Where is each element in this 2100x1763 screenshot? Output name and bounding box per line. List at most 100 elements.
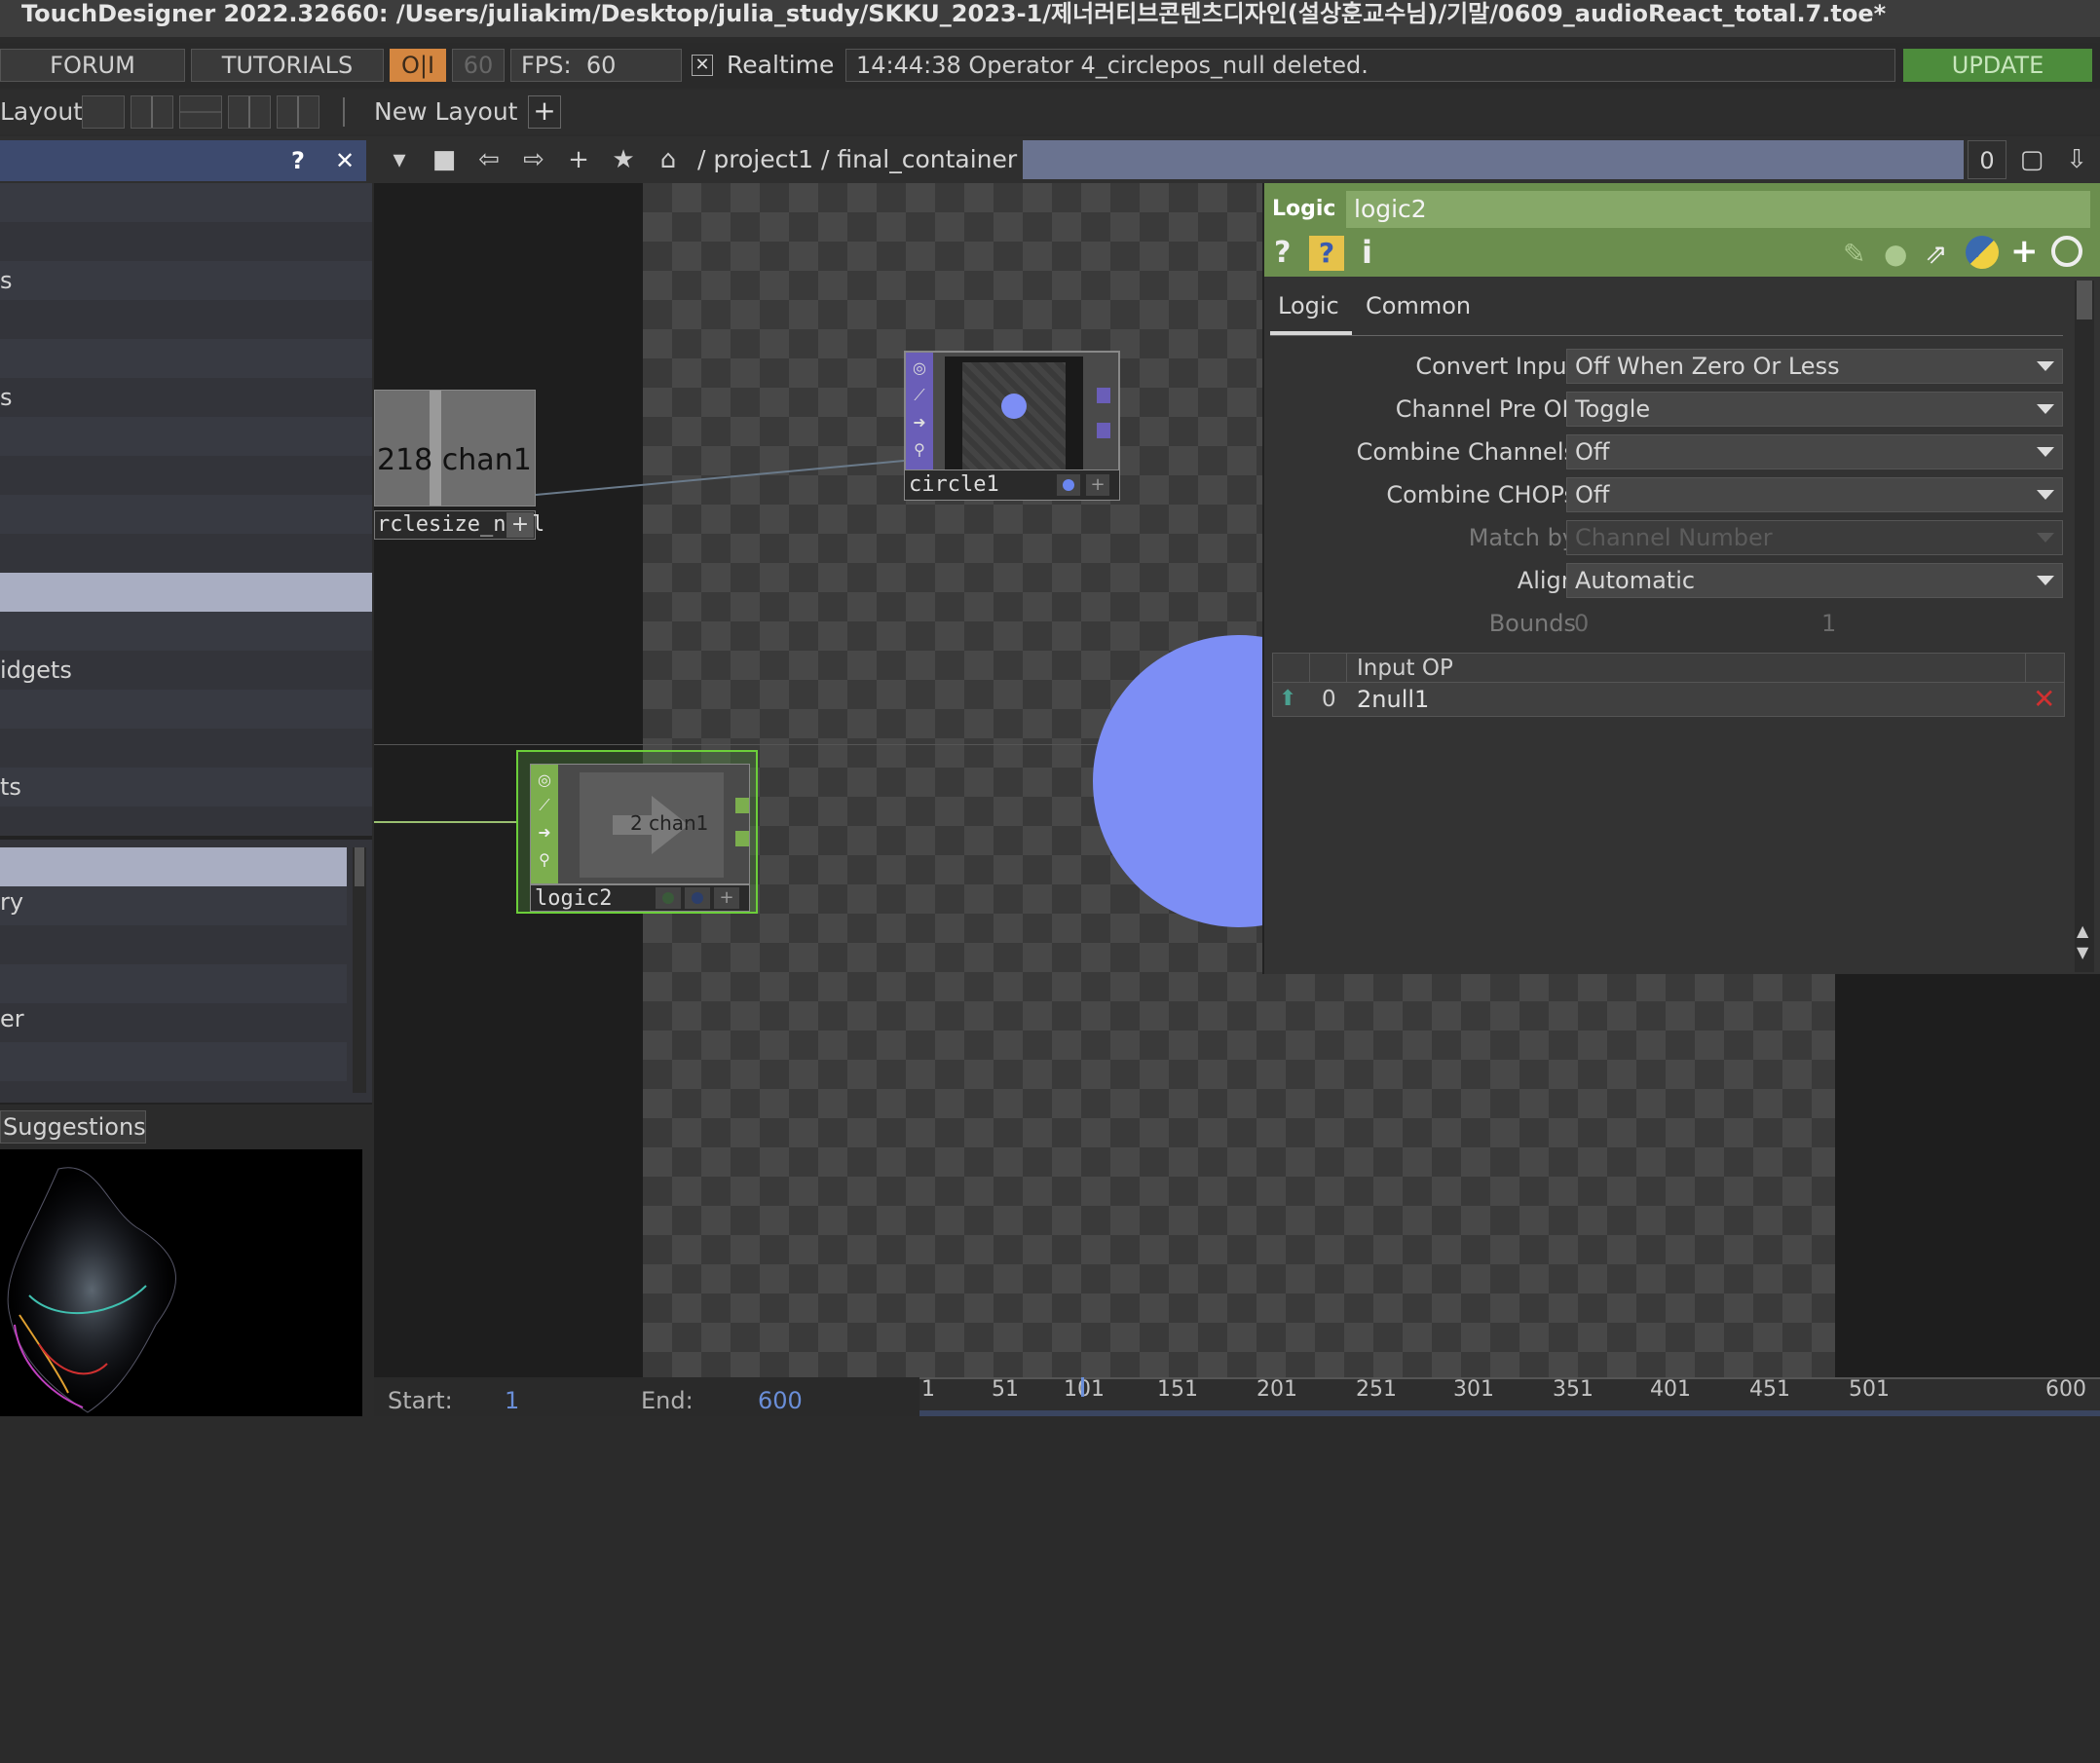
start-value[interactable]: 1 — [505, 1387, 519, 1414]
python-icon[interactable] — [1966, 236, 1999, 269]
forward-arrow-icon[interactable]: ⇨ — [514, 140, 553, 179]
list-item[interactable]: idgets — [0, 651, 372, 690]
scroll-down-icon[interactable]: ▼ — [2077, 943, 2088, 961]
close-panel-button[interactable]: ✕ — [327, 142, 362, 179]
plus-icon[interactable]: + — [559, 140, 598, 179]
bypass-icon[interactable]: ◎ — [910, 358, 929, 378]
layout-split-vertical-icon[interactable] — [131, 95, 173, 129]
layout-three-pane-icon[interactable] — [228, 95, 271, 129]
stop-icon[interactable]: ■ — [425, 140, 464, 179]
list-item[interactable] — [0, 925, 347, 964]
help-icon[interactable]: ? — [1274, 236, 1291, 270]
realtime-checkbox[interactable]: ✕ — [692, 55, 713, 76]
comment-icon[interactable]: ● — [1884, 238, 1907, 270]
clone-icon[interactable]: ⚲ — [910, 440, 929, 460]
render-toggle-icon[interactable]: + — [714, 887, 739, 909]
list-item[interactable] — [0, 183, 372, 222]
network-path[interactable]: / project1 / final_container — [694, 140, 1025, 179]
list-item[interactable]: s — [0, 378, 372, 417]
back-arrow-icon[interactable]: ⇦ — [469, 140, 508, 179]
chop-node-logic2[interactable]: ◎ ⟋ ➜ ⚲ 2 chan1 logic2 + — [516, 750, 758, 914]
align-dropdown[interactable]: Automatic — [1566, 563, 2063, 598]
layout-four-pane-icon[interactable] — [277, 95, 319, 129]
list-item[interactable]: ts — [0, 768, 372, 806]
home-icon[interactable]: ⌂ — [649, 140, 688, 179]
list-item[interactable] — [0, 806, 372, 826]
add-layout-button[interactable]: + — [528, 95, 561, 129]
list-item[interactable] — [0, 534, 372, 573]
list-item[interactable] — [0, 495, 372, 534]
scroll-up-icon[interactable]: ▲ — [2077, 921, 2088, 940]
playhead[interactable] — [1081, 1377, 1084, 1397]
list-item[interactable] — [0, 222, 372, 261]
list-item[interactable] — [0, 300, 372, 339]
list-item[interactable] — [0, 339, 372, 378]
export-icon[interactable]: ⇗ — [1925, 238, 1947, 270]
timeline-scroll[interactable] — [919, 1410, 2100, 1416]
chevron-down-icon[interactable]: ▾ — [380, 140, 419, 179]
end-value[interactable]: 600 — [758, 1387, 803, 1414]
tutorials-button[interactable]: TUTORIALS — [191, 49, 384, 82]
list-item[interactable] — [0, 690, 372, 729]
remove-input-icon[interactable]: ✕ — [2033, 685, 2055, 714]
new-layout-button[interactable]: New Layout — [374, 95, 517, 129]
viewer-toggle-icon[interactable]: + — [506, 512, 534, 538]
table-row[interactable]: ⬆ 0 2null1 ✕ — [1273, 683, 2064, 716]
display-dot-icon[interactable] — [692, 892, 703, 904]
plus-icon[interactable]: + — [2010, 232, 2039, 271]
channel-pre-op-dropdown[interactable]: Toggle — [1566, 392, 2063, 427]
list-item[interactable] — [0, 1003, 347, 1042]
layout-single-icon[interactable] — [82, 95, 125, 129]
display-toggle-icon[interactable]: + — [1086, 474, 1109, 496]
list-item[interactable] — [0, 456, 372, 495]
list-item[interactable] — [0, 1081, 347, 1103]
target-icon[interactable] — [2051, 236, 2082, 267]
arrow-right-icon[interactable]: ➜ — [910, 413, 929, 432]
scrollbar-thumb[interactable] — [355, 847, 364, 886]
list-item[interactable] — [0, 612, 372, 651]
lock-icon[interactable]: ⟋ — [910, 386, 929, 405]
tab-common[interactable]: Common — [1366, 288, 1471, 323]
top-node-circle1[interactable]: ◎ ⟋ ➜ ⚲ — [904, 351, 1120, 485]
download-arrow-icon[interactable]: ⇩ — [2057, 140, 2096, 179]
update-button[interactable]: UPDATE — [1903, 49, 2092, 82]
viewer-dot-icon[interactable] — [662, 892, 674, 904]
list-item[interactable] — [0, 964, 347, 1003]
star-icon[interactable]: ★ — [604, 140, 643, 179]
timeline-ruler[interactable]: 1 51 101 151 201 251 301 351 401 451 501… — [919, 1377, 2100, 1416]
list-item-selected[interactable] — [0, 573, 372, 612]
input-op-value[interactable]: 2null1 — [1357, 683, 1429, 716]
op-name-field[interactable]: logic2 — [1346, 191, 2090, 228]
node-name[interactable]: logic2 — [535, 885, 612, 913]
list-item[interactable]: s — [0, 261, 372, 300]
clone-icon[interactable]: ⚲ — [535, 850, 554, 870]
scrollbar-thumb[interactable] — [2077, 281, 2092, 319]
list-item[interactable] — [0, 417, 372, 456]
tab-logic[interactable]: Logic — [1278, 288, 1339, 323]
info-icon[interactable]: i — [1362, 234, 1372, 271]
lock-icon[interactable]: ⟋ — [535, 796, 554, 815]
maximize-icon[interactable]: ▢ — [2012, 140, 2051, 179]
combine-chops-dropdown[interactable]: Off — [1566, 477, 2063, 512]
convert-input-dropdown[interactable]: Off When Zero Or Less — [1566, 349, 2063, 384]
arrow-up-icon[interactable]: ⬆ — [1279, 687, 1296, 711]
chop-node-circlesize-null[interactable]: 218 chan1 — [374, 390, 536, 506]
viewer-dot-icon[interactable] — [1063, 479, 1074, 491]
list-item[interactable] — [0, 1042, 347, 1081]
list-item[interactable] — [0, 729, 372, 768]
layout-split-horizontal-icon[interactable] — [179, 95, 222, 129]
scrollbar[interactable] — [353, 847, 366, 1093]
list-item[interactable] — [0, 886, 347, 925]
forum-button[interactable]: FORUM — [0, 49, 185, 82]
oi-toggle-button[interactable]: O|I — [390, 49, 446, 82]
combine-channels-dropdown[interactable]: Off — [1566, 434, 2063, 469]
python-help-icon[interactable]: ? — [1309, 236, 1344, 271]
node-name[interactable]: circle1 — [909, 470, 999, 500]
suggestions-tab[interactable]: Suggestions — [0, 1110, 146, 1144]
param-scrollbar[interactable]: ▲ ▼ — [2075, 281, 2094, 972]
bypass-icon[interactable]: ◎ — [535, 770, 554, 790]
arrow-right-icon[interactable]: ➜ — [535, 823, 554, 843]
help-button[interactable]: ? — [281, 142, 316, 179]
list-item-selected[interactable] — [0, 847, 347, 886]
pencil-icon[interactable]: ✎ — [1843, 238, 1865, 270]
